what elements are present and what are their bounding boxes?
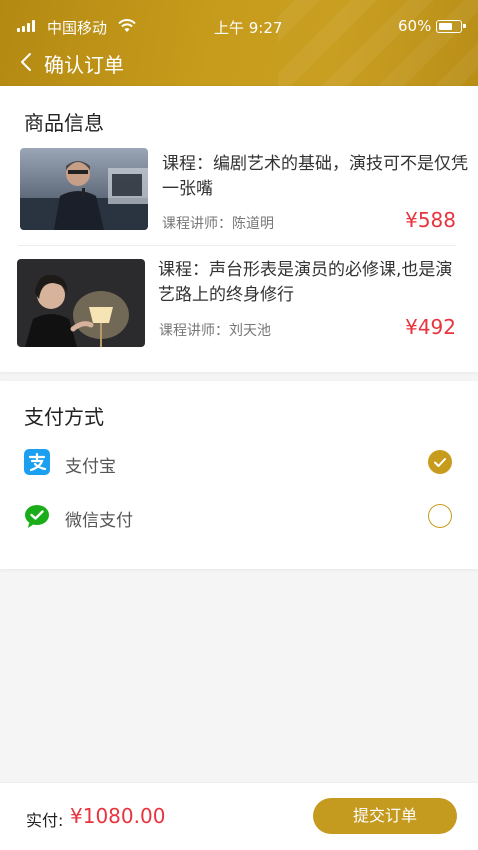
course-price: ¥492: [405, 315, 456, 339]
payment-card: 支付方式 支付宝 微信支付: [0, 381, 478, 569]
goods-card: 商品信息 课程：编剧艺术的基础，演技可不是仅凭一张嘴 课程讲师：陈道明 ¥588…: [0, 86, 478, 372]
battery-icon: [436, 20, 466, 33]
item-divider: [18, 245, 456, 246]
payment-option-label: 支付宝: [65, 457, 116, 477]
course-teacher: 课程讲师：陈道明: [162, 216, 274, 232]
wifi-icon: [118, 19, 136, 32]
total-amount: ¥1080.00: [70, 804, 166, 828]
signal-icon: [17, 20, 35, 32]
carrier-name: 中国移动: [47, 19, 108, 37]
unselected-radio-icon[interactable]: [428, 504, 452, 528]
payment-option-label: 微信支付: [65, 511, 133, 531]
wechat-pay-icon: [25, 505, 49, 528]
payment-section-title: 支付方式: [24, 405, 104, 429]
selected-check-icon[interactable]: [428, 450, 452, 474]
page-title: 确认订单: [44, 53, 124, 77]
total-label: 实付:: [26, 811, 64, 830]
payment-option-wechat[interactable]: 微信支付: [0, 497, 478, 537]
course-thumbnail: [20, 148, 148, 230]
goods-section-title: 商品信息: [24, 111, 104, 135]
course-title: 课程：声台形表是演员的必修课,也是演艺路上的终身修行: [158, 260, 453, 305]
status-bar: 中国移动 上午 9:27 60%: [0, 17, 478, 37]
course-teacher: 课程讲师：刘天池: [159, 323, 271, 339]
course-thumbnail: [17, 259, 145, 347]
back-chevron-icon[interactable]: [18, 51, 38, 73]
app-header: 中国移动 上午 9:27 60% 确认订单: [0, 0, 478, 86]
submit-order-button[interactable]: 提交订单: [313, 798, 457, 834]
course-item[interactable]: 课程：编剧艺术的基础，演技可不是仅凭一张嘴 课程讲师：陈道明 ¥588: [0, 148, 478, 238]
battery-percent: 60%: [398, 17, 432, 35]
course-item[interactable]: 课程：声台形表是演员的必修课,也是演艺路上的终身修行 课程讲师：刘天池 ¥492: [0, 259, 478, 351]
nav-bar: 确认订单: [0, 48, 478, 77]
payment-option-alipay[interactable]: 支付宝: [0, 443, 478, 483]
course-price: ¥588: [405, 208, 456, 232]
course-title: 课程：编剧艺术的基础，演技可不是仅凭一张嘴: [162, 154, 468, 199]
alipay-icon: [24, 449, 50, 475]
checkout-bar: 实付: ¥1080.00 提交订单: [0, 782, 478, 850]
status-time: 上午 9:27: [214, 19, 283, 37]
